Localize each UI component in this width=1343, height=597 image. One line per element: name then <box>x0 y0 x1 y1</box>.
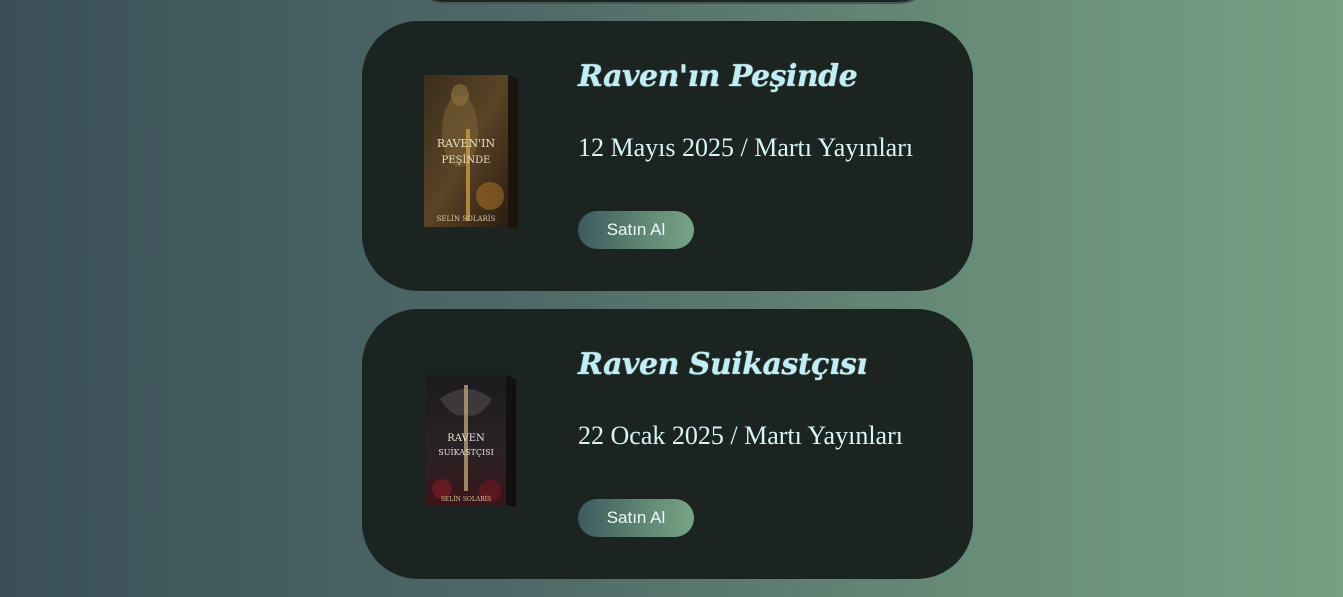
cover-title-line2: SUİKASTÇISI <box>438 448 494 457</box>
cover-title-line2: PEŞİNDE <box>442 154 491 166</box>
book-cover-image[interactable]: RAVEN SUİKASTÇISI SELİN SOLARİS <box>420 359 520 519</box>
buy-button[interactable]: Satın Al <box>578 211 694 249</box>
cover-title-line1: RAVEN'IN <box>437 137 496 150</box>
book-title[interactable]: Raven Suikastçısı <box>578 347 868 382</box>
cover-author: SELİN SOLARİS <box>441 496 491 503</box>
book-release-info: 12 Mayıs 2025 / Martı Yayınları <box>578 133 914 162</box>
book-card: RAVEN'IN PEŞİNDE SELİN SOLARİS Raven'ın … <box>362 21 973 291</box>
previous-book-card-edge <box>405 0 938 4</box>
book-cover-image[interactable]: RAVEN'IN PEŞİNDE SELİN SOLARİS <box>420 71 520 231</box>
book-title[interactable]: Raven'ın Peşinde <box>578 59 858 94</box>
buy-button[interactable]: Satın Al <box>578 499 694 537</box>
book-release-info: 22 Ocak 2025 / Martı Yayınları <box>578 421 903 450</box>
cover-author: SELİN SOLARİS <box>437 214 496 223</box>
book-card: RAVEN SUİKASTÇISI SELİN SOLARİS Raven Su… <box>362 309 973 579</box>
cover-title-line1: RAVEN <box>447 433 485 444</box>
